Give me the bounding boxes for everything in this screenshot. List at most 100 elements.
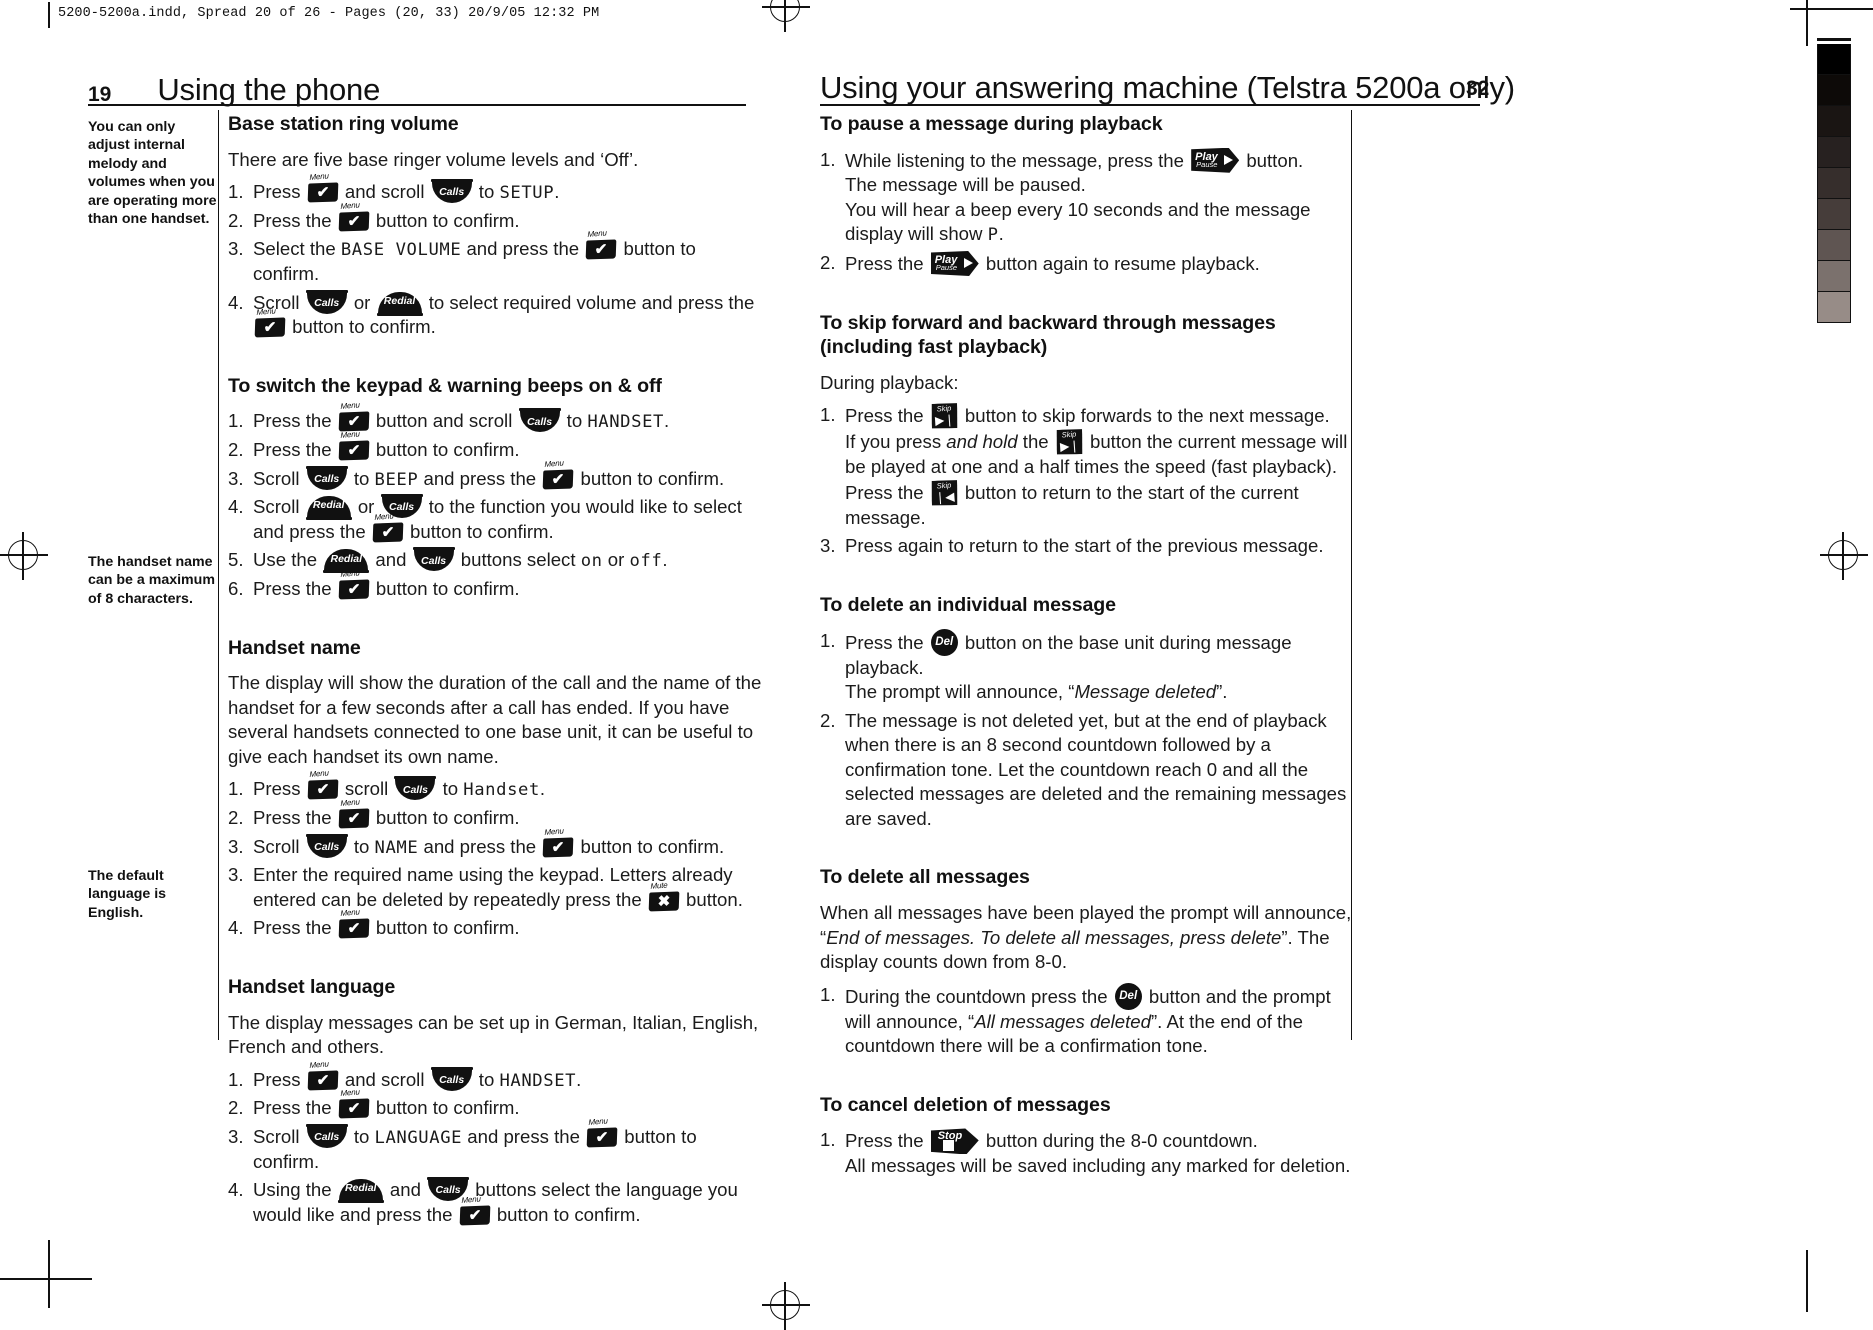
registration-mark-top xyxy=(762,0,810,32)
step-item: 3. Scroll Calls to BEEP and press the Men… xyxy=(228,458,764,492)
step-number: 3. xyxy=(228,238,244,260)
step-number: 6. xyxy=(228,578,244,600)
step-item: 1. Press the Del button on the base unit … xyxy=(820,628,1360,705)
step-number: 4. xyxy=(228,291,244,313)
right-text-column: To pause a message during playback 1. Whil… xyxy=(820,112,1360,1183)
step-list: 1. Press the Stop button during the 8-0 c… xyxy=(820,1128,1360,1179)
step-subline: The prompt will announce, “Message delet… xyxy=(845,681,1228,703)
step-text: Press the Stop button during the 8-0 cou… xyxy=(845,1128,1258,1155)
step-number: 1. xyxy=(820,1129,836,1151)
step-text: Press the Menu ✔ button and scroll Calls … xyxy=(253,400,670,433)
step-list: 1. Press Menu ✔ and scroll Calls to HANDSE… xyxy=(228,1059,764,1228)
step-list: 1. Press the Del button on the base unit … xyxy=(820,628,1360,832)
step-number: 4. xyxy=(228,917,244,939)
left-running-head: Using the phone xyxy=(157,72,381,107)
step-text: Press the Del button on the base unit du… xyxy=(845,628,1292,678)
step-text: The message is not deleted yet, but at t… xyxy=(845,709,1347,829)
step-number: 5. xyxy=(228,549,244,571)
emphasis-text: Message deleted xyxy=(1074,681,1217,703)
left-page-folio: 19 xyxy=(88,83,112,106)
menu-key-icon: Menu ✔ xyxy=(307,769,339,801)
step-text: Enter the required name using the keypad… xyxy=(253,864,743,912)
lcd-text: on xyxy=(580,551,603,572)
menu-key-icon: Menu ✔ xyxy=(338,1088,370,1119)
step-number: 3. xyxy=(228,1126,244,1147)
crop-mark-top-right-h xyxy=(1790,8,1873,10)
emphasis-text: All messages deleted xyxy=(974,1010,1151,1032)
left-page-header: 19 Using the phone xyxy=(88,74,380,105)
section-heading: To delete all messages xyxy=(820,866,1030,889)
step-text: Press the Menu ✔ button to confirm. xyxy=(253,568,520,600)
lcd-text: BEEP xyxy=(374,469,419,490)
delete-key-icon: Del xyxy=(930,628,958,656)
left-header-rule xyxy=(88,104,746,106)
step-text: Press Menu ✔ scroll Calls to Handset. xyxy=(253,768,546,801)
step-item: 3. Select the BASE VOLUME and press the M… xyxy=(228,229,764,286)
menu-key-icon: Menu ✔ xyxy=(542,826,574,858)
redial-key-icon: Redial xyxy=(376,291,423,316)
section-paragraph: When all messages have been played the p… xyxy=(820,902,1352,973)
step-number: 4. xyxy=(228,496,244,518)
section-intro: The display will show the duration of th… xyxy=(228,672,762,767)
step-item: 1. Press Menu ✔ and scroll Calls to SETUP. xyxy=(228,172,764,205)
grey-swatch xyxy=(1817,230,1851,261)
step-item: 3. Scroll Calls to NAME and press the Men… xyxy=(228,826,764,860)
step-text: During the countdown press the Del butto… xyxy=(845,982,1331,1056)
step-number: 1. xyxy=(820,983,836,1005)
step-number: 3. xyxy=(228,835,244,857)
step-list: 1. Press Menu ✔ scroll Calls to Handset. 2.… xyxy=(228,768,764,941)
lcd-text: off xyxy=(629,551,663,572)
step-item: 1. During the countdown press the Del but… xyxy=(820,982,1360,1059)
menu-key-icon: Menu ✔ xyxy=(542,458,574,490)
step-number: 2. xyxy=(228,209,244,231)
redial-key-icon: Redial xyxy=(323,549,370,574)
calls-key-icon: Calls xyxy=(394,776,437,801)
step-text: Press Menu ✔ and scroll Calls to HANDSET. xyxy=(253,1059,582,1091)
registration-mark-left xyxy=(0,532,48,580)
step-subline: All messages will be saved including any… xyxy=(845,1155,1351,1177)
step-number: 1. xyxy=(228,181,244,203)
step-number: 1. xyxy=(820,629,836,651)
menu-key-icon: Menu ✔ xyxy=(459,1194,491,1226)
grey-swatch xyxy=(1817,261,1851,292)
section-heading: Handset language xyxy=(228,976,396,999)
grey-swatch xyxy=(1817,44,1851,75)
registration-mark-right xyxy=(1820,532,1868,580)
step-text: Press the Skip ▶❘ button to skip forwards… xyxy=(845,405,1330,426)
step-item: 4. Using the Redial and Calls buttons sel… xyxy=(228,1177,764,1227)
slug-rule xyxy=(48,2,50,28)
skip-forward-key-icon: Skip ▶❘ xyxy=(1055,429,1084,457)
play-pause-key-icon: Play Pause xyxy=(1191,147,1240,173)
step-item: 3. Enter the required name using the keyp… xyxy=(228,863,764,912)
calls-key-icon: Calls xyxy=(305,465,348,490)
step-item: 4. Scroll Calls or Redial to select requi… xyxy=(228,289,764,340)
step-subline: Press the Skip ❘◀ button to return to the… xyxy=(845,480,1299,528)
lcd-text: P xyxy=(987,225,999,246)
step-text: Press the Play Pause button again to resu… xyxy=(845,250,1260,276)
lcd-text: NAME xyxy=(374,837,419,858)
registration-mark-bottom xyxy=(762,1282,810,1330)
step-number: 3. xyxy=(228,467,244,489)
lcd-text: HANDSET xyxy=(587,412,664,433)
step-text: Press the Menu ✔ button to confirm. xyxy=(253,797,520,829)
step-number: 3. xyxy=(820,535,836,557)
emphasis-text: and hold xyxy=(946,431,1018,453)
grey-swatch xyxy=(1817,199,1851,230)
calls-key-icon: Calls xyxy=(305,833,348,858)
step-number: 1. xyxy=(228,778,244,800)
step-item: 3. Press again to return to the start of … xyxy=(820,534,1360,559)
step-number: 1. xyxy=(820,404,836,426)
crop-mark-bottom-left-h xyxy=(0,1278,92,1280)
lcd-text: LANGUAGE xyxy=(374,1128,463,1148)
grey-swatch xyxy=(1817,75,1851,106)
calls-key-icon: Calls xyxy=(518,408,561,433)
step-text: Scroll Calls or Redial to select require… xyxy=(253,289,755,338)
grey-swatch xyxy=(1817,292,1851,323)
right-header-rule xyxy=(820,104,1480,106)
step-text: Using the Redial and Calls buttons selec… xyxy=(253,1177,738,1226)
